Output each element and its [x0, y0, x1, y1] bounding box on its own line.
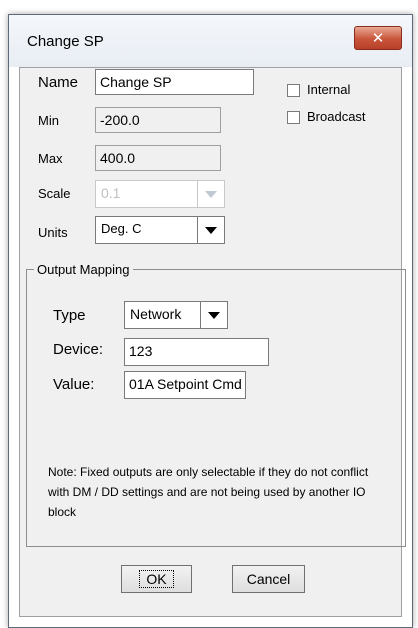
scale-dropdown: 0.1: [95, 180, 225, 208]
type-value: Network: [130, 306, 182, 322]
value-input[interactable]: 01A Setpoint Cmd: [124, 371, 246, 399]
cancel-button-label: Cancel: [246, 571, 291, 587]
device-label: Device:: [53, 341, 104, 358]
units-label: Units: [38, 225, 68, 240]
max-field[interactable]: 400.0: [95, 145, 221, 171]
close-button[interactable]: ✕: [354, 26, 402, 50]
cancel-button[interactable]: Cancel: [232, 565, 305, 593]
type-dropdown[interactable]: Network: [124, 301, 228, 329]
ok-button-label: OK: [139, 570, 174, 588]
min-field[interactable]: -200.0: [95, 107, 221, 133]
units-value: Deg. C: [101, 221, 142, 236]
min-label: Min: [38, 113, 59, 128]
device-input[interactable]: 123: [124, 338, 269, 366]
scale-label: Scale: [38, 186, 71, 201]
internal-label: Internal: [307, 82, 351, 97]
name-label: Name: [38, 74, 79, 91]
value-label: Value:: [53, 376, 95, 393]
output-mapping-legend: Output Mapping: [34, 262, 133, 277]
chevron-down-icon[interactable]: [200, 302, 227, 328]
type-label: Type: [53, 307, 86, 324]
broadcast-label: Broadcast: [307, 109, 366, 124]
max-label: Max: [38, 151, 63, 166]
ok-button[interactable]: OK: [121, 565, 192, 593]
name-input[interactable]: Change SP: [95, 69, 254, 95]
note-text: Note: Fixed outputs are only selectable …: [48, 465, 369, 519]
chevron-down-icon: [197, 181, 224, 207]
title-bar[interactable]: Change SP ✕: [9, 15, 412, 67]
internal-checkbox[interactable]: [287, 84, 300, 97]
close-icon: ✕: [371, 29, 385, 47]
units-dropdown[interactable]: Deg. C: [95, 216, 225, 244]
scale-value: 0.1: [101, 185, 121, 201]
chevron-down-icon[interactable]: [197, 217, 224, 243]
dialog-title: Change SP: [27, 33, 104, 50]
broadcast-checkbox[interactable]: [287, 111, 300, 124]
